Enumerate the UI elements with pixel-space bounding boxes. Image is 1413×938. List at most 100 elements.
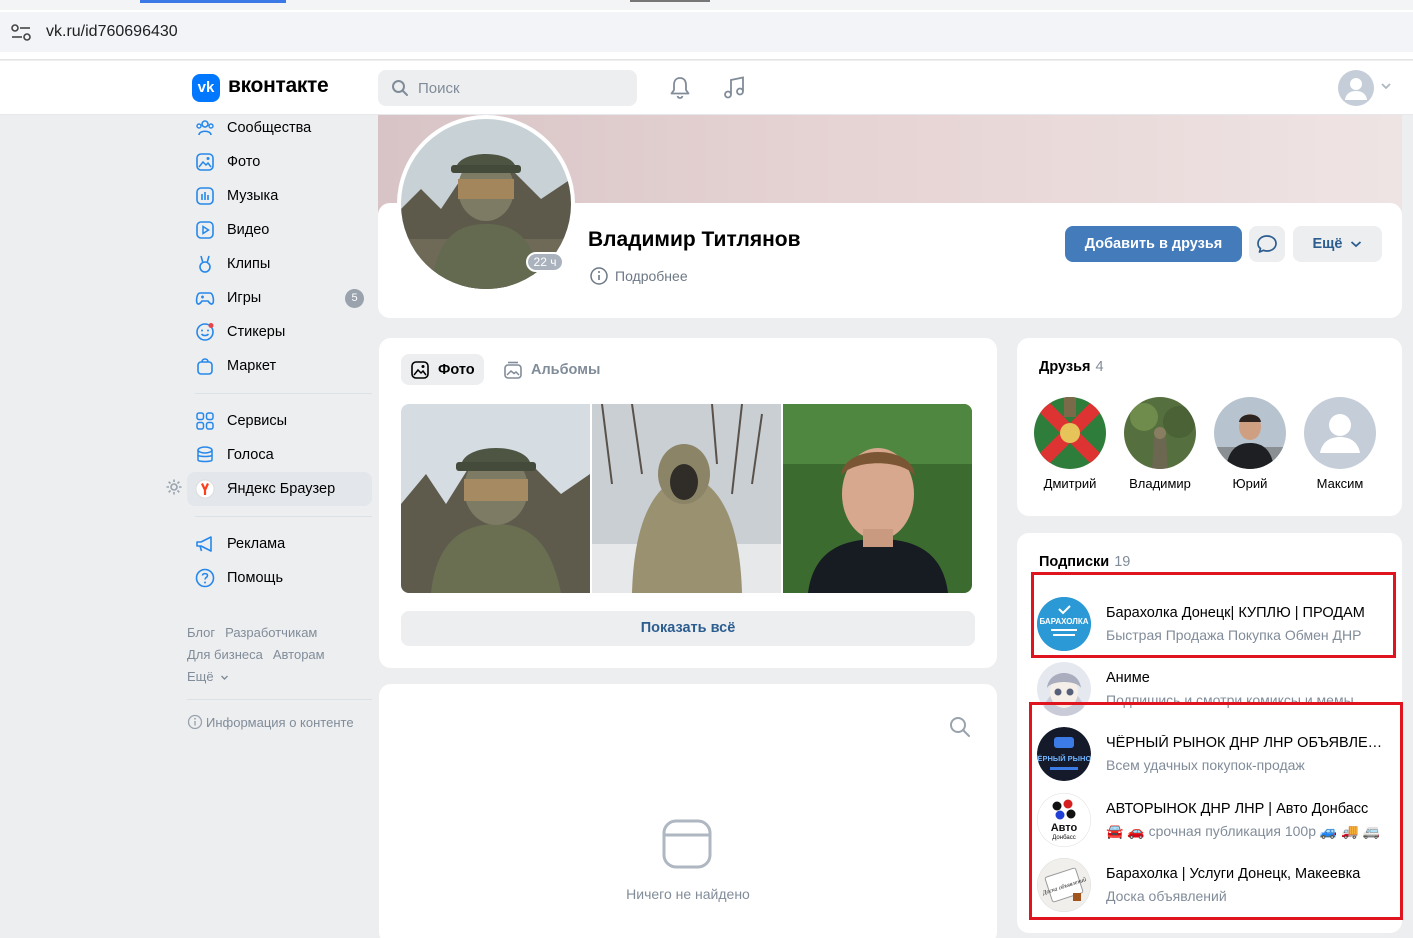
more-button[interactable]: Ещё [1293,226,1382,262]
photo-icon [411,360,429,379]
profile-name: Владимир Титлянов [588,228,801,251]
business-link[interactable]: Для бизнеса [187,647,263,662]
chevron-down-icon[interactable] [1380,81,1392,91]
photo-thumbnail[interactable] [592,404,781,593]
photo-thumbnail[interactable] [401,404,590,593]
sidebar-item-services[interactable]: Сервисы [187,404,372,438]
info-icon [590,267,608,285]
sidebar-item-video[interactable]: Видео [187,213,372,247]
photo-thumbnail[interactable] [783,404,972,593]
music-note-icon[interactable] [720,74,748,102]
sidebar-item-games[interactable]: Игры 5 [187,281,372,315]
friend-avatar [1214,397,1286,469]
sidebar-item-yandex-browser[interactable]: Яндекс Браузер [187,472,372,506]
vk-header: vk вконтакте [0,61,1413,115]
search-icon[interactable] [949,716,971,738]
message-button[interactable] [1249,226,1285,262]
sidebar-item-clips[interactable]: Клипы [187,247,372,281]
sidebar-item-label: Игры [227,290,262,306]
photo-icon [196,153,214,171]
video-icon [196,221,214,239]
friend-avatar [1124,397,1196,469]
chevron-down-icon [1351,241,1362,248]
votes-icon [197,446,213,463]
sidebar-item-ads[interactable]: Реклама [187,527,372,561]
authors-link[interactable]: Авторам [273,647,325,662]
search-box[interactable] [378,70,637,106]
photo-image [783,404,972,593]
sidebar-item-label: Маркет [227,358,277,374]
albums-icon [504,361,522,379]
address-bar[interactable]: vk.ru/id760696430 [0,12,1413,52]
photo-image [401,404,590,593]
user-avatar[interactable] [1338,70,1374,106]
services-icon [196,412,214,430]
sidebar-item-market[interactable]: Маркет [187,349,372,383]
profile-details-link[interactable]: Подробнее [589,266,688,286]
help-icon [195,568,215,588]
blog-link[interactable]: Блог [187,625,215,640]
subscriptions-title[interactable]: Подписки 19 [1039,554,1130,570]
sidebar-item-label: Клипы [227,256,271,272]
browser-toolbar: vk.ru/id760696430 [0,0,1413,60]
stickers-icon [196,323,214,341]
sidebar-footer-links: Блог Разработчикам Для бизнеса Авторам Ещё [187,622,372,688]
clips-icon [199,255,211,273]
yandex-browser-icon [195,479,215,499]
left-navigation: Сообщества Фото Музыка Видео Клипы Игры … [187,115,372,595]
developers-link[interactable]: Разработчикам [225,625,317,640]
search-icon [392,80,408,96]
info-icon [187,714,203,730]
sidebar-item-label: Сообщества [227,120,312,136]
market-icon [197,358,213,375]
footer-more-link[interactable]: Ещё [187,666,372,688]
sidebar-item-label: Яндекс Браузер [227,481,336,497]
wall-card: Ничего не найдено [379,684,997,938]
friend-item[interactable]: Дмитрий [1025,397,1115,491]
sidebar-item-label: Помощь [227,570,284,586]
sidebar-item-stickers[interactable]: Стикеры [187,315,372,349]
sidebar-item-communities[interactable]: Сообщества [187,111,372,145]
sidebar-item-label: Видео [227,222,270,238]
tab-albums[interactable]: Альбомы [494,354,609,385]
bell-icon[interactable] [666,74,694,102]
vk-brand-name[interactable]: вконтакте [228,74,329,98]
music-icon [196,187,214,205]
sidebar-item-photo[interactable]: Фото [187,145,372,179]
last-seen-badge: 22 ч [526,252,564,272]
friend-item[interactable]: Максим [1295,397,1385,491]
sidebar-item-help[interactable]: Помощь [187,561,372,595]
ads-icon [196,536,212,552]
games-count-badge: 5 [345,289,364,308]
chevron-down-icon [220,675,228,680]
sidebar-item-label: Музыка [227,188,279,204]
url-text[interactable]: vk.ru/id760696430 [46,23,178,41]
friends-title[interactable]: Друзья 4 [1039,359,1104,375]
empty-state-icon [662,819,712,869]
gear-icon[interactable] [165,478,183,496]
site-settings-icon[interactable] [10,23,32,43]
add-friend-button[interactable]: Добавить в друзья [1065,226,1242,262]
photo-image [592,404,781,593]
friend-item[interactable]: Владимир [1115,397,1205,491]
friend-item[interactable]: Юрий [1205,397,1295,491]
friend-avatar [1304,397,1376,469]
highlight-box [1031,572,1396,658]
friends-card: Друзья 4 Дмитрий Владимир Юрий Максим [1017,338,1402,516]
sidebar-item-label: Стикеры [227,324,286,340]
sidebar-item-votes[interactable]: Голоса [187,438,372,472]
search-input[interactable] [418,70,628,106]
sidebar-item-music[interactable]: Музыка [187,179,372,213]
browser-tab-strip [0,0,1413,10]
tab-photos[interactable]: Фото [401,354,484,385]
vk-logo-icon[interactable]: vk [192,74,220,102]
games-icon [195,292,215,305]
photos-card: Фото Альбомы Показать всё [379,338,997,668]
communities-icon [196,120,214,136]
sidebar-item-label: Фото [227,154,261,170]
sidebar-item-label: Реклама [227,536,286,552]
content-info-link[interactable]: Информация о контенте [187,714,354,730]
show-all-photos-button[interactable]: Показать всё [401,611,975,646]
message-bubble-icon [1257,235,1277,253]
sidebar-item-label: Голоса [227,447,274,463]
